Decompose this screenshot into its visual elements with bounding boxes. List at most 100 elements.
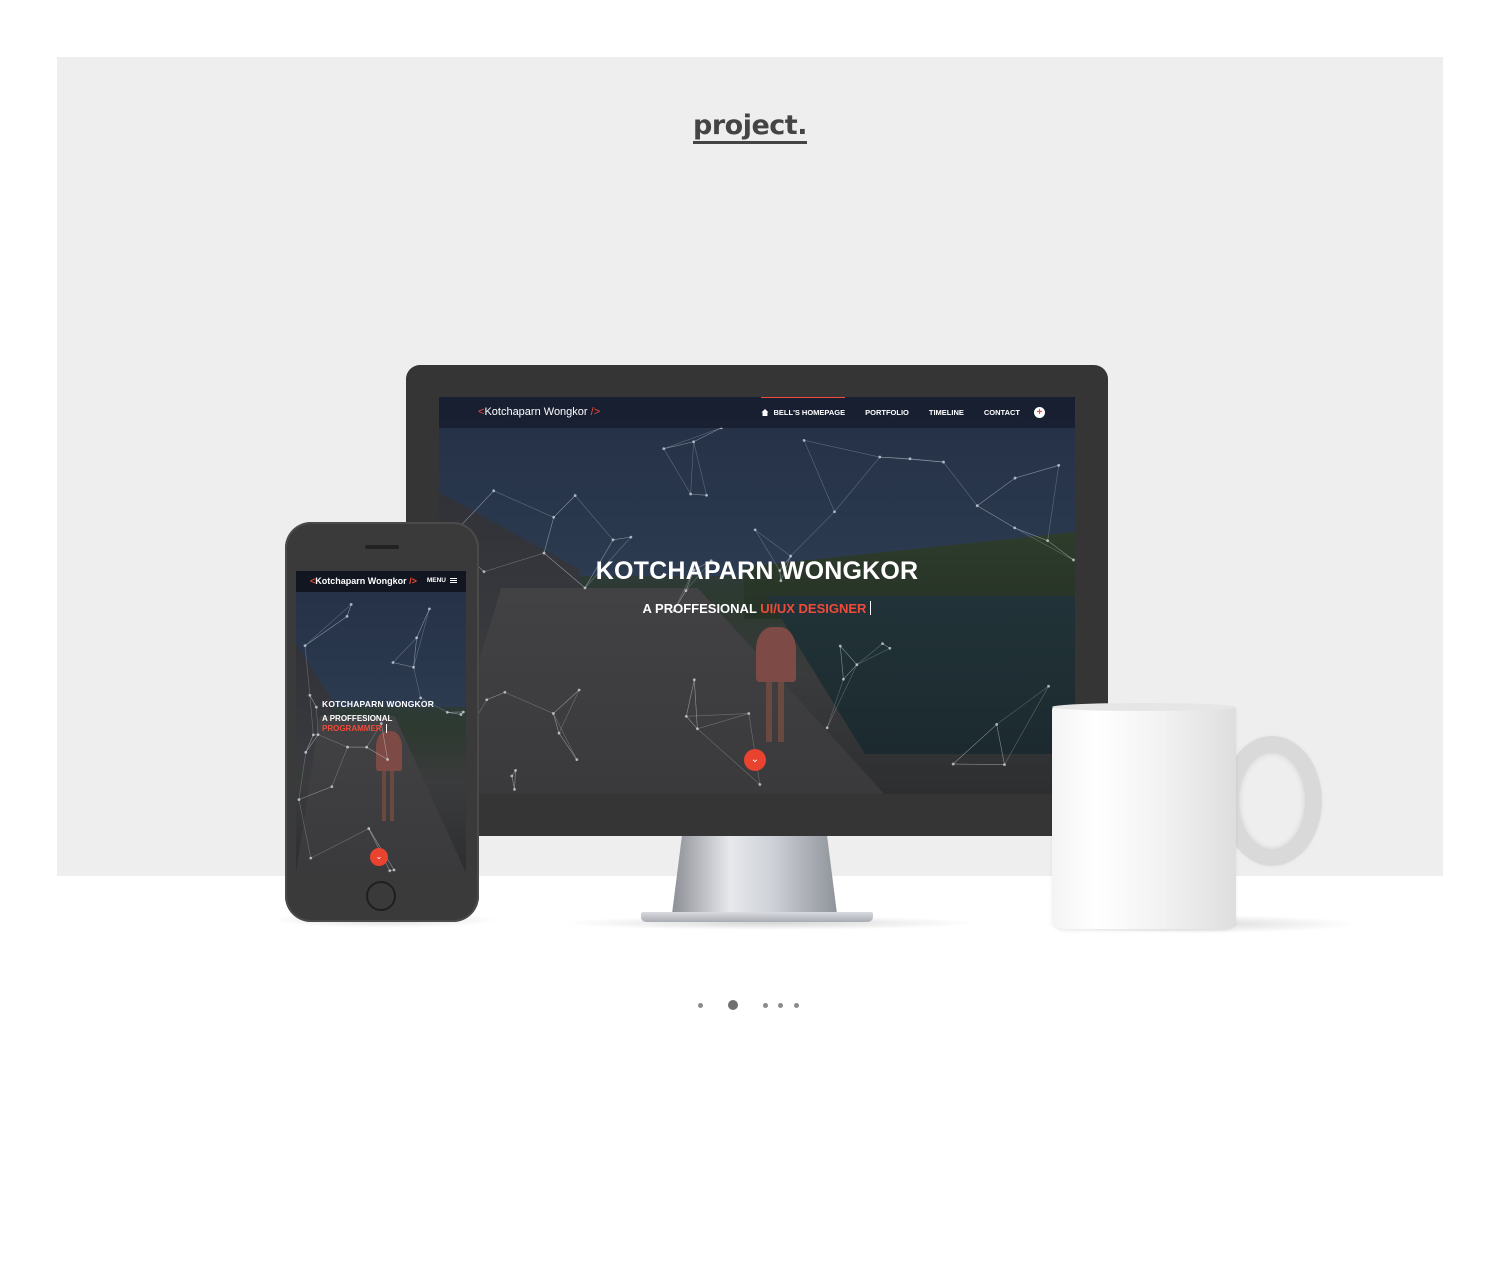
network-node: [1003, 763, 1006, 766]
pager-dot[interactable]: [777, 1002, 783, 1008]
network-node: [577, 688, 581, 692]
network-link: [331, 746, 348, 787]
network-link: [843, 664, 858, 680]
network-link: [1047, 465, 1060, 541]
nav-item-portfolio[interactable]: PORTFOLIO: [865, 408, 909, 417]
network-link: [305, 734, 314, 753]
typing-cursor: [385, 724, 387, 733]
network-node: [365, 745, 369, 749]
network-node: [308, 693, 312, 697]
network-node: [995, 723, 999, 726]
network-link: [856, 643, 883, 665]
network-link: [1014, 527, 1048, 541]
desktop-nav-menu: BELL'S HOMEPAGE PORTFOLIO TIMELINE CONTA…: [761, 397, 1045, 428]
typing-cursor: [870, 601, 872, 615]
pager-dot[interactable]: [793, 1002, 799, 1008]
scroll-down-button[interactable]: ⌄: [744, 749, 766, 771]
network-node: [1013, 526, 1017, 530]
network-link: [1014, 527, 1074, 561]
hero-subtitle-highlight: PROGRAMMER: [322, 724, 382, 733]
phone-home-button: [366, 881, 396, 911]
logo-text: project.: [693, 110, 807, 144]
network-link: [558, 732, 578, 760]
network-link: [298, 752, 307, 800]
network-link: [1004, 686, 1049, 765]
network-node: [942, 460, 945, 464]
network-link: [693, 441, 707, 496]
network-node: [513, 787, 516, 791]
network-link: [839, 646, 844, 680]
network-link: [754, 529, 791, 557]
network-link: [953, 763, 1005, 765]
network-link: [574, 495, 614, 541]
network-link: [834, 456, 880, 512]
hero-subtitle-prefix: A PROFFESIONAL: [322, 714, 393, 723]
network-link: [392, 637, 417, 663]
network-node: [684, 714, 688, 718]
nav-item-homepage[interactable]: BELL'S HOMEPAGE: [761, 397, 845, 417]
desktop-brand[interactable]: <Kotchaparn Wongkor />: [478, 406, 600, 418]
network-node: [330, 785, 334, 789]
pager-dot[interactable]: [697, 1002, 703, 1008]
network-link: [693, 679, 698, 729]
network-node: [445, 710, 449, 714]
coffee-mug: [1052, 706, 1236, 929]
network-node: [842, 677, 845, 681]
network-node: [825, 726, 829, 730]
mobile-screen: <Kotchaparn Wongkor /> MENU KOTCHAPARN W…: [296, 571, 466, 873]
network-link: [996, 685, 1049, 725]
network-node: [346, 745, 349, 749]
network-link: [663, 427, 722, 449]
network-link: [826, 664, 858, 728]
network-node: [311, 733, 315, 737]
network-node: [386, 758, 389, 761]
network-node: [428, 607, 431, 611]
network-node: [1013, 476, 1017, 480]
network-node: [747, 712, 751, 715]
carousel-pager: [0, 998, 1500, 1012]
brand-name: Kotchaparn Wongkor: [484, 406, 588, 418]
network-node: [611, 538, 615, 542]
network-link: [690, 493, 707, 496]
network-node: [297, 798, 301, 801]
hero-subtitle-highlight: UI/UX DESIGNER: [760, 601, 867, 616]
network-link: [693, 427, 722, 443]
network-link: [690, 441, 694, 495]
network-node: [888, 646, 892, 650]
network-node: [662, 447, 666, 451]
network-link: [1014, 465, 1059, 479]
network-link: [514, 770, 516, 790]
network-link: [803, 440, 835, 512]
network-node: [309, 856, 313, 860]
network-link: [697, 713, 749, 730]
network-link: [909, 458, 944, 463]
brand-close-bracket: />: [587, 406, 601, 418]
network-node: [314, 705, 318, 709]
network-node: [349, 603, 353, 606]
network-link: [996, 724, 1005, 765]
network-link: [304, 616, 348, 646]
phone-speaker: [365, 545, 399, 549]
scroll-down-button[interactable]: ⌄: [370, 848, 388, 866]
pager-dot[interactable]: [762, 1002, 768, 1008]
brand-name: Kotchaparn Wongkor: [315, 576, 407, 586]
nav-item-contact[interactable]: CONTACT: [984, 408, 1020, 417]
network-node: [392, 868, 396, 872]
network-link: [504, 692, 554, 714]
plus-icon[interactable]: +: [1034, 407, 1045, 418]
network-node: [492, 489, 496, 493]
mobile-brand[interactable]: <Kotchaparn Wongkor />: [310, 576, 417, 586]
network-node: [833, 510, 836, 514]
nav-item-timeline[interactable]: TIMELINE: [929, 408, 964, 417]
showcase-stage: project. <Kotchaparn Wongkor /> BELL'S H…: [0, 0, 1500, 1261]
constellation-network: [446, 426, 1075, 791]
network-link: [366, 746, 388, 760]
network-node: [573, 494, 577, 497]
network-node: [575, 758, 579, 762]
mobile-menu-button[interactable]: MENU: [427, 577, 457, 584]
network-node: [881, 642, 884, 646]
pager-dot-active[interactable]: [728, 1000, 738, 1010]
network-node: [542, 551, 546, 555]
network-link: [493, 490, 554, 518]
network-node: [684, 589, 688, 593]
